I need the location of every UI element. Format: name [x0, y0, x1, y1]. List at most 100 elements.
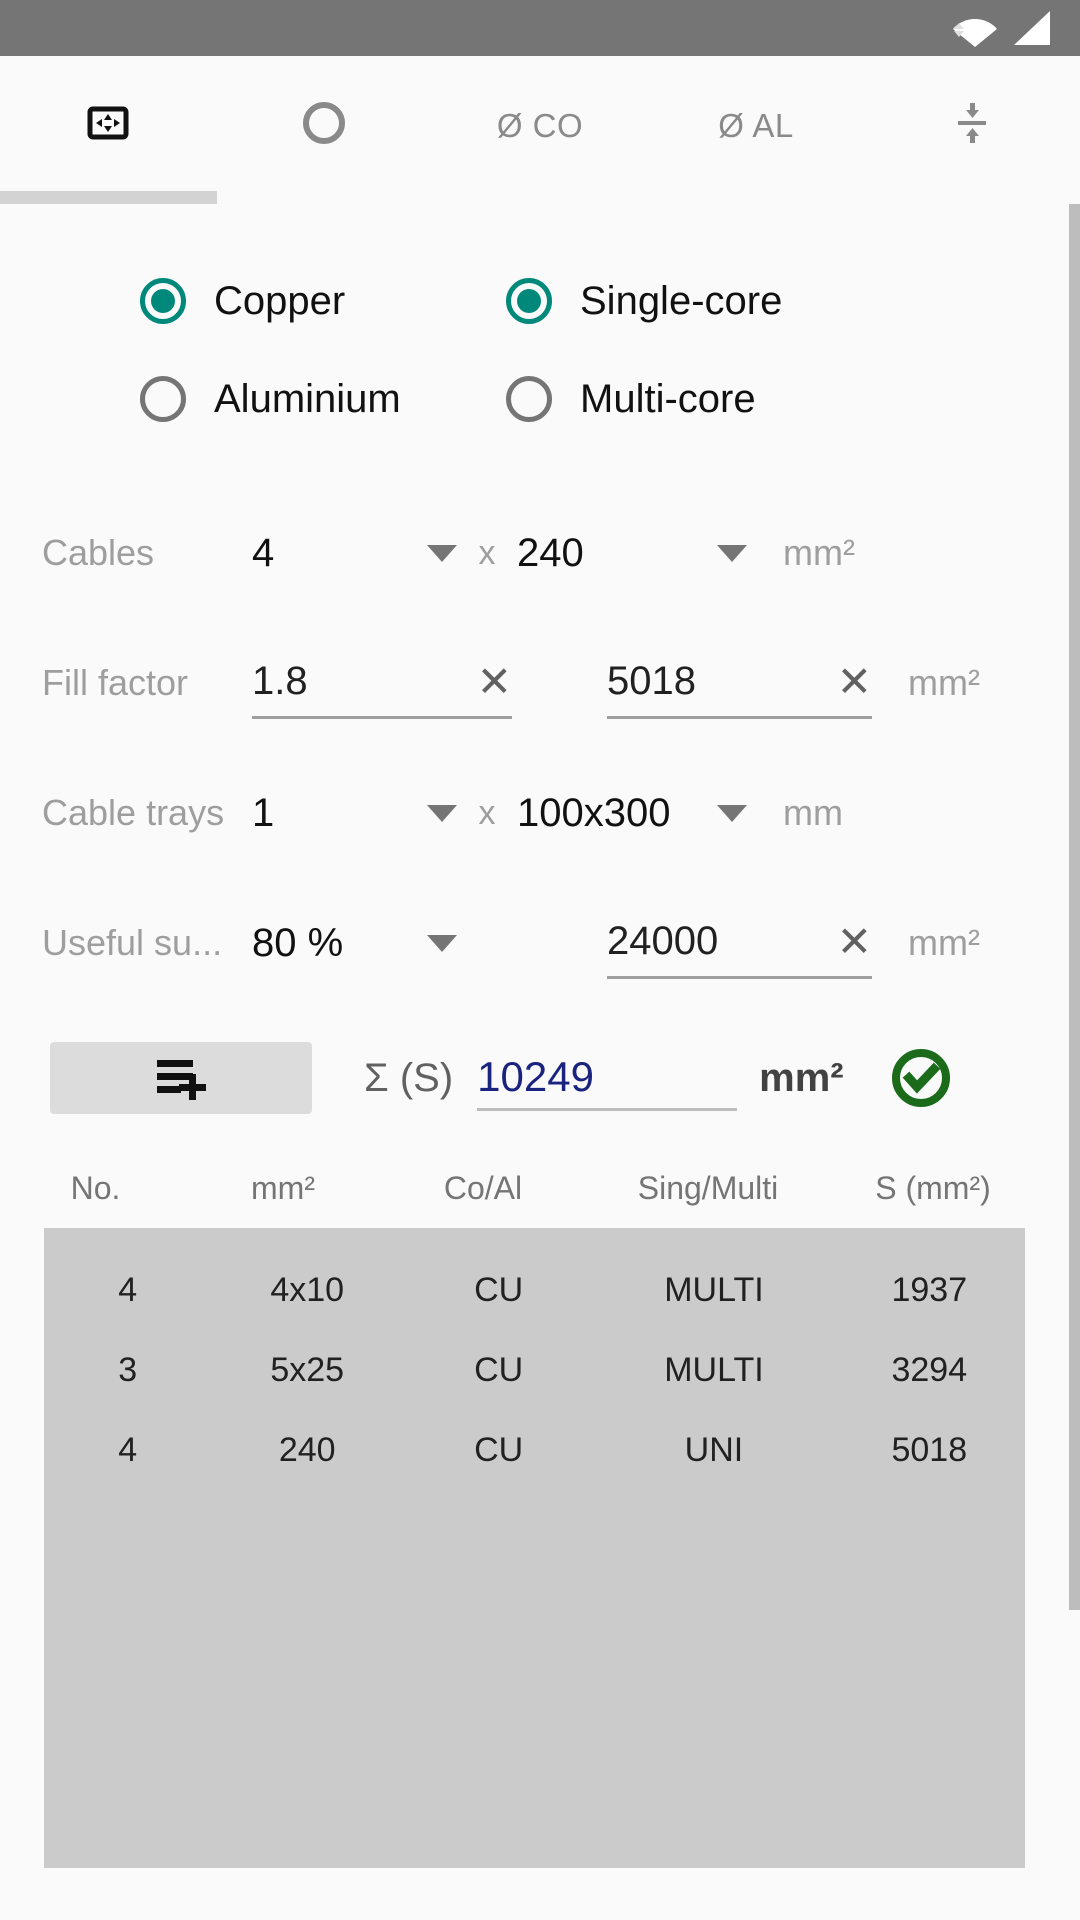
clear-icon[interactable]: ✕	[837, 920, 872, 963]
row-cable-trays: Cable trays 1 x 100x300 mm	[0, 748, 1069, 878]
table-row[interactable]: 3 5x25 CU MULTI 3294	[44, 1330, 1025, 1410]
cables-section-value: 240	[517, 530, 584, 575]
tab-diameter-al[interactable]: Ø AL	[648, 56, 864, 195]
tab-diameter-al-label: Ø AL	[718, 106, 794, 144]
cell-singmulti: MULTI	[664, 1350, 764, 1389]
cables-separator: x	[478, 533, 496, 572]
cell-no: 4	[118, 1430, 138, 1469]
circle-outline-icon	[296, 95, 352, 156]
tab-conduit[interactable]	[216, 56, 432, 195]
status-bar	[0, 0, 1080, 56]
radio-single-core[interactable]: Single-core	[450, 278, 1010, 324]
cell-s: 1937	[891, 1270, 968, 1309]
check-circle-icon[interactable]	[890, 1047, 952, 1109]
radio-row-secondary: Aluminium Multi-core	[0, 350, 1069, 448]
sum-sigma-label: Σ (S)	[364, 1055, 454, 1100]
radio-single-core-label: Single-core	[580, 278, 783, 323]
radio-copper-circle-icon	[140, 278, 186, 324]
tab-bar: Ø CO Ø AL	[0, 56, 1080, 195]
useful-surface-label: Useful su...	[42, 922, 223, 963]
add-to-list-button[interactable]	[50, 1042, 312, 1114]
fill-factor-value: 1.8	[252, 659, 308, 703]
cell-no: 4	[118, 1270, 138, 1309]
chevron-down-icon	[427, 544, 457, 562]
cables-label: Cables	[42, 532, 155, 573]
playlist-add-icon	[151, 1052, 211, 1105]
useful-surface-value: 24000	[607, 919, 719, 963]
app-root: Ø CO Ø AL Copper Single-core Aluminium M…	[0, 0, 1080, 1920]
radio-row-primary: Copper Single-core	[0, 252, 1069, 350]
cable-trays-count-value: 1	[252, 790, 275, 835]
cell-singmulti: MULTI	[664, 1270, 764, 1309]
fill-factor-area-input[interactable]: 5018 ✕	[607, 647, 872, 719]
form-rows: Cables 4 x 240 mm² Fill factor 1.8 ✕ 501…	[0, 488, 1069, 1008]
tab-diameter-co[interactable]: Ø CO	[432, 56, 648, 195]
radio-multi-core-label: Multi-core	[580, 376, 756, 421]
chevron-down-icon	[427, 934, 457, 952]
col-header-s: S (mm²)	[875, 1169, 991, 1206]
cell-no: 3	[118, 1350, 138, 1389]
cable-trays-unit: mm	[783, 792, 843, 833]
fill-factor-input[interactable]: 1.8 ✕	[252, 647, 512, 719]
table-row[interactable]: 4 240 CU UNI 5018	[44, 1410, 1025, 1490]
chevron-down-icon	[427, 804, 457, 822]
useful-surface-percent-value: 80 %	[252, 920, 344, 965]
radio-copper[interactable]: Copper	[0, 278, 450, 324]
useful-surface-percent-spinner[interactable]: 80 %	[252, 908, 457, 978]
col-header-coal: Co/Al	[443, 1169, 523, 1206]
tab-diameter-co-label: Ø CO	[496, 106, 584, 144]
sum-total-field[interactable]: 10249	[477, 1045, 738, 1111]
tab-compress[interactable]	[864, 56, 1080, 195]
radio-aluminium-label: Aluminium	[214, 376, 401, 421]
clear-icon[interactable]: ✕	[477, 660, 512, 703]
cell-s: 5018	[891, 1430, 968, 1469]
cable-trays-size-value: 100x300	[517, 790, 671, 835]
fill-factor-area-value: 5018	[607, 659, 696, 703]
cell-s: 3294	[891, 1350, 968, 1389]
compress-vertical-icon	[944, 95, 1000, 156]
tab-selection-indicator	[0, 191, 217, 204]
sum-total-value: 10249	[477, 1052, 594, 1100]
fill-factor-unit: mm²	[908, 662, 980, 703]
cell-mm2: 240	[278, 1430, 336, 1469]
wifi-icon	[952, 9, 998, 47]
cell-singmulti: UNI	[684, 1430, 744, 1469]
cable-trays-separator: x	[478, 793, 496, 832]
cell-mm2: 4x10	[270, 1270, 345, 1309]
page-scrollbar-thumb[interactable]	[1069, 204, 1080, 1610]
cell-coal: CU	[474, 1350, 524, 1389]
cable-trays-count-spinner[interactable]: 1	[252, 778, 457, 848]
cables-section-spinner[interactable]: 240	[517, 518, 747, 588]
col-header-mm2: mm²	[251, 1169, 315, 1206]
radio-single-core-circle-icon	[506, 278, 552, 324]
row-cables: Cables 4 x 240 mm²	[0, 488, 1069, 618]
cell-mm2: 5x25	[270, 1350, 345, 1389]
results-table-body[interactable]: 4 4x10 CU MULTI 1937 3 5x25 CU MULTI 329…	[44, 1228, 1025, 1868]
chevron-down-icon	[717, 804, 747, 822]
fill-factor-label: Fill factor	[42, 662, 189, 703]
radio-groups: Copper Single-core Aluminium Multi-core	[0, 204, 1069, 448]
row-fill-factor: Fill factor 1.8 ✕ 5018 ✕ mm²	[0, 618, 1069, 748]
sum-row: Σ (S) 10249 mm²	[0, 1008, 1069, 1148]
radio-multi-core-circle-icon	[506, 376, 552, 422]
col-header-singmulti: Sing/Multi	[637, 1169, 779, 1206]
tab-tray-section[interactable]	[0, 56, 216, 195]
sum-unit: mm²	[759, 1055, 844, 1100]
useful-surface-unit: mm²	[908, 922, 980, 963]
cables-unit: mm²	[783, 532, 855, 573]
cable-trays-label: Cable trays	[42, 792, 225, 833]
clear-icon[interactable]: ✕	[837, 660, 872, 703]
cable-trays-size-spinner[interactable]: 100x300	[517, 778, 747, 848]
cables-count-spinner[interactable]: 4	[252, 518, 457, 588]
col-header-no: No.	[70, 1169, 121, 1206]
radio-aluminium[interactable]: Aluminium	[0, 376, 450, 422]
chevron-down-icon	[717, 544, 747, 562]
useful-surface-input[interactable]: 24000 ✕	[607, 907, 872, 979]
radio-multi-core[interactable]: Multi-core	[450, 376, 1010, 422]
radio-copper-label: Copper	[214, 278, 346, 323]
main-content: Copper Single-core Aluminium Multi-core …	[0, 204, 1069, 1920]
cables-count-value: 4	[252, 530, 275, 575]
results-table-header: No. mm² Co/Al Sing/Multi S (mm²)	[0, 1148, 1069, 1228]
page-scrollbar[interactable]	[1069, 204, 1080, 1920]
table-row[interactable]: 4 4x10 CU MULTI 1937	[44, 1250, 1025, 1330]
